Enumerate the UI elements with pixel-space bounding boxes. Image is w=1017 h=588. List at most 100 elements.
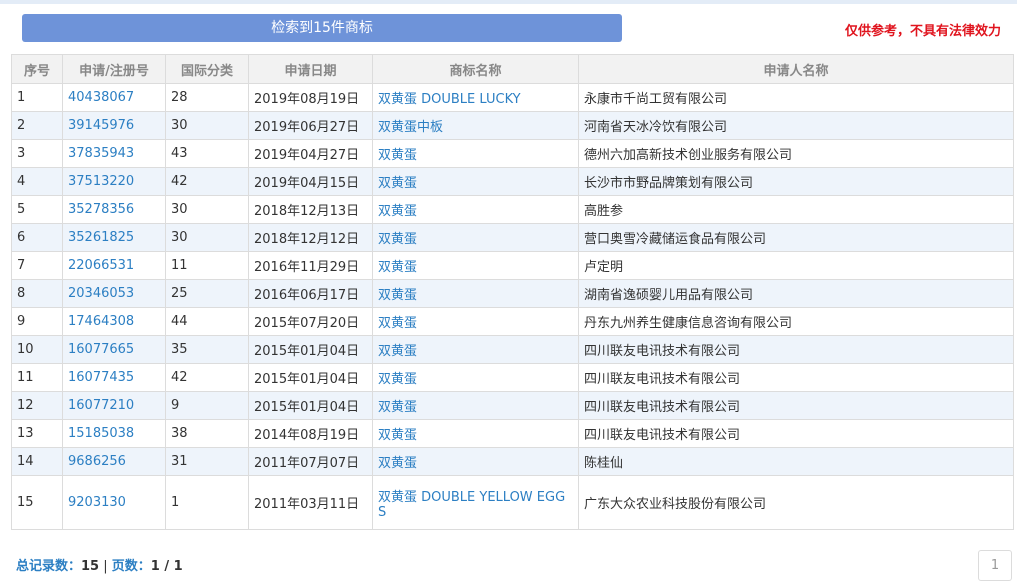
cell-reg-no-link[interactable]: 40438067: [62, 83, 166, 112]
cell-trademark-link[interactable]: 双黄蛋: [372, 363, 579, 392]
search-result-banner: 检索到15件商标: [22, 14, 622, 42]
pages-count: 1 / 1: [150, 559, 183, 574]
cell-reg-no-link[interactable]: 39145976: [62, 111, 166, 140]
cell-applicant: 四川联友电讯技术有限公司: [578, 419, 1014, 448]
cell-reg-no-link[interactable]: 20346053: [62, 279, 166, 308]
cell-class: 44: [165, 307, 249, 336]
cell-class: 43: [165, 139, 249, 168]
cell-trademark-link[interactable]: 双黄蛋: [372, 335, 579, 364]
table-row: 3 37835943 43 2019年04月27日 双黄蛋 德州六加高新技术创业服务有限公…: [11, 139, 1014, 168]
cell-reg-no-link[interactable]: 37835943: [62, 139, 166, 168]
cell-reg-no-link[interactable]: 35261825: [62, 223, 166, 252]
cell-applicant: 陈桂仙: [578, 447, 1014, 476]
cell-date: 2019年06月27日: [248, 111, 373, 140]
cell-date: 2019年08月19日: [248, 83, 373, 112]
cell-class: 38: [165, 419, 249, 448]
cell-reg-no-link[interactable]: 17464308: [62, 307, 166, 336]
table-row: 12 16077210 9 2015年01月04日 双黄蛋 四川联友电讯技术有限公司: [11, 391, 1014, 420]
table-row: 10 16077665 35 2015年01月04日 双黄蛋 四川联友电讯技术有限公司: [11, 335, 1014, 364]
trademark-table: 序号 申请/注册号 国际分类 申请日期 商标名称 申请人名称 1 40438067…: [11, 54, 1014, 530]
cell-index: 5: [11, 195, 63, 224]
cell-index: 12: [11, 391, 63, 420]
cell-applicant: 永康市千尚工贸有限公司: [578, 83, 1014, 112]
table-row: 11 16077435 42 2015年01月04日 双黄蛋 四川联友电讯技术有限公司: [11, 363, 1014, 392]
total-count: 15: [81, 559, 100, 574]
page-button-1[interactable]: 1: [978, 550, 1012, 581]
col-header-class: 国际分类: [165, 54, 249, 84]
cell-class: 42: [165, 167, 249, 196]
cell-class: 31: [165, 447, 249, 476]
cell-date: 2015年07月20日: [248, 307, 373, 336]
cell-applicant: 广东大众农业科技股份有限公司: [578, 475, 1014, 530]
cell-index: 1: [11, 83, 63, 112]
cell-trademark-link[interactable]: 双黄蛋: [372, 223, 579, 252]
cell-index: 6: [11, 223, 63, 252]
cell-trademark-link[interactable]: 双黄蛋: [372, 391, 579, 420]
cell-applicant: 营口奥雪冷藏储运食品有限公司: [578, 223, 1014, 252]
cell-trademark-link[interactable]: 双黄蛋: [372, 139, 579, 168]
cell-reg-no-link[interactable]: 22066531: [62, 251, 166, 280]
cell-index: 14: [11, 447, 63, 476]
cell-applicant: 四川联友电讯技术有限公司: [578, 335, 1014, 364]
cell-date: 2011年03月11日: [248, 475, 373, 530]
cell-trademark-link[interactable]: 双黄蛋: [372, 195, 579, 224]
cell-date: 2014年08月19日: [248, 419, 373, 448]
cell-reg-no-link[interactable]: 16077665: [62, 335, 166, 364]
cell-class: 30: [165, 111, 249, 140]
cell-trademark-link[interactable]: 双黄蛋: [372, 447, 579, 476]
cell-date: 2018年12月12日: [248, 223, 373, 252]
cell-trademark-link[interactable]: 双黄蛋 DOUBLE YELLOW EGGS: [372, 475, 579, 530]
table-row: 5 35278356 30 2018年12月13日 双黄蛋 高胜参: [11, 195, 1014, 224]
cell-reg-no-link[interactable]: 16077210: [62, 391, 166, 420]
table-row: 15 9203130 1 2011年03月11日 双黄蛋 DOUBLE YELLOW E…: [11, 475, 1014, 530]
cell-reg-no-link[interactable]: 9686256: [62, 447, 166, 476]
cell-reg-no-link[interactable]: 15185038: [62, 419, 166, 448]
cell-applicant: 四川联友电讯技术有限公司: [578, 363, 1014, 392]
cell-index: 15: [11, 475, 63, 530]
cell-index: 4: [11, 167, 63, 196]
table-row: 9 17464308 44 2015年07月20日 双黄蛋 丹东九州养生健康信息咨询有限公…: [11, 307, 1014, 336]
cell-class: 11: [165, 251, 249, 280]
cell-date: 2016年11月29日: [248, 251, 373, 280]
cell-applicant: 河南省天冰冷饮有限公司: [578, 111, 1014, 140]
cell-trademark-link[interactable]: 双黄蛋: [372, 419, 579, 448]
cell-trademark-link[interactable]: 双黄蛋中板: [372, 111, 579, 140]
table-header-row: 序号 申请/注册号 国际分类 申请日期 商标名称 申请人名称: [11, 54, 1014, 84]
cell-class: 30: [165, 195, 249, 224]
pagination-summary: 总记录数：15 | 页数：1 / 1: [16, 555, 183, 574]
cell-trademark-link[interactable]: 双黄蛋: [372, 251, 579, 280]
cell-date: 2016年06月17日: [248, 279, 373, 308]
cell-index: 11: [11, 363, 63, 392]
table-row: 6 35261825 30 2018年12月12日 双黄蛋 营口奥雪冷藏储运食品有限公司: [11, 223, 1014, 252]
disclaimer-text: 仅供参考，不具有法律效力: [844, 24, 1001, 39]
cell-date: 2015年01月04日: [248, 363, 373, 392]
cell-trademark-link[interactable]: 双黄蛋: [372, 279, 579, 308]
cell-applicant: 湖南省逸硕婴儿用品有限公司: [578, 279, 1014, 308]
cell-class: 30: [165, 223, 249, 252]
cell-date: 2018年12月13日: [248, 195, 373, 224]
cell-class: 28: [165, 83, 249, 112]
cell-class: 35: [165, 335, 249, 364]
cell-reg-no-link[interactable]: 9203130: [62, 475, 166, 530]
cell-trademark-link[interactable]: 双黄蛋: [372, 167, 579, 196]
cell-index: 10: [11, 335, 63, 364]
cell-date: 2015年01月04日: [248, 391, 373, 420]
table-row: 7 22066531 11 2016年11月29日 双黄蛋 卢定明: [11, 251, 1014, 280]
cell-applicant: 高胜参: [578, 195, 1014, 224]
table-row: 14 9686256 31 2011年07月07日 双黄蛋 陈桂仙: [11, 447, 1014, 476]
table-row: 8 20346053 25 2016年06月17日 双黄蛋 湖南省逸硕婴儿用品有限公司: [11, 279, 1014, 308]
cell-applicant: 丹东九州养生健康信息咨询有限公司: [578, 307, 1014, 336]
separator: |: [99, 559, 112, 574]
cell-applicant: 卢定明: [578, 251, 1014, 280]
cell-date: 2011年07月07日: [248, 447, 373, 476]
cell-reg-no-link[interactable]: 37513220: [62, 167, 166, 196]
cell-class: 1: [165, 475, 249, 530]
col-header-trademark: 商标名称: [372, 54, 579, 84]
cell-trademark-link[interactable]: 双黄蛋: [372, 307, 579, 336]
cell-reg-no-link[interactable]: 35278356: [62, 195, 166, 224]
cell-reg-no-link[interactable]: 16077435: [62, 363, 166, 392]
cell-applicant: 德州六加高新技术创业服务有限公司: [578, 139, 1014, 168]
cell-trademark-link[interactable]: 双黄蛋 DOUBLE LUCKY: [372, 83, 579, 112]
cell-class: 9: [165, 391, 249, 420]
table-row: 1 40438067 28 2019年08月19日 双黄蛋 DOUBLE LUCKY 永康…: [11, 83, 1014, 112]
